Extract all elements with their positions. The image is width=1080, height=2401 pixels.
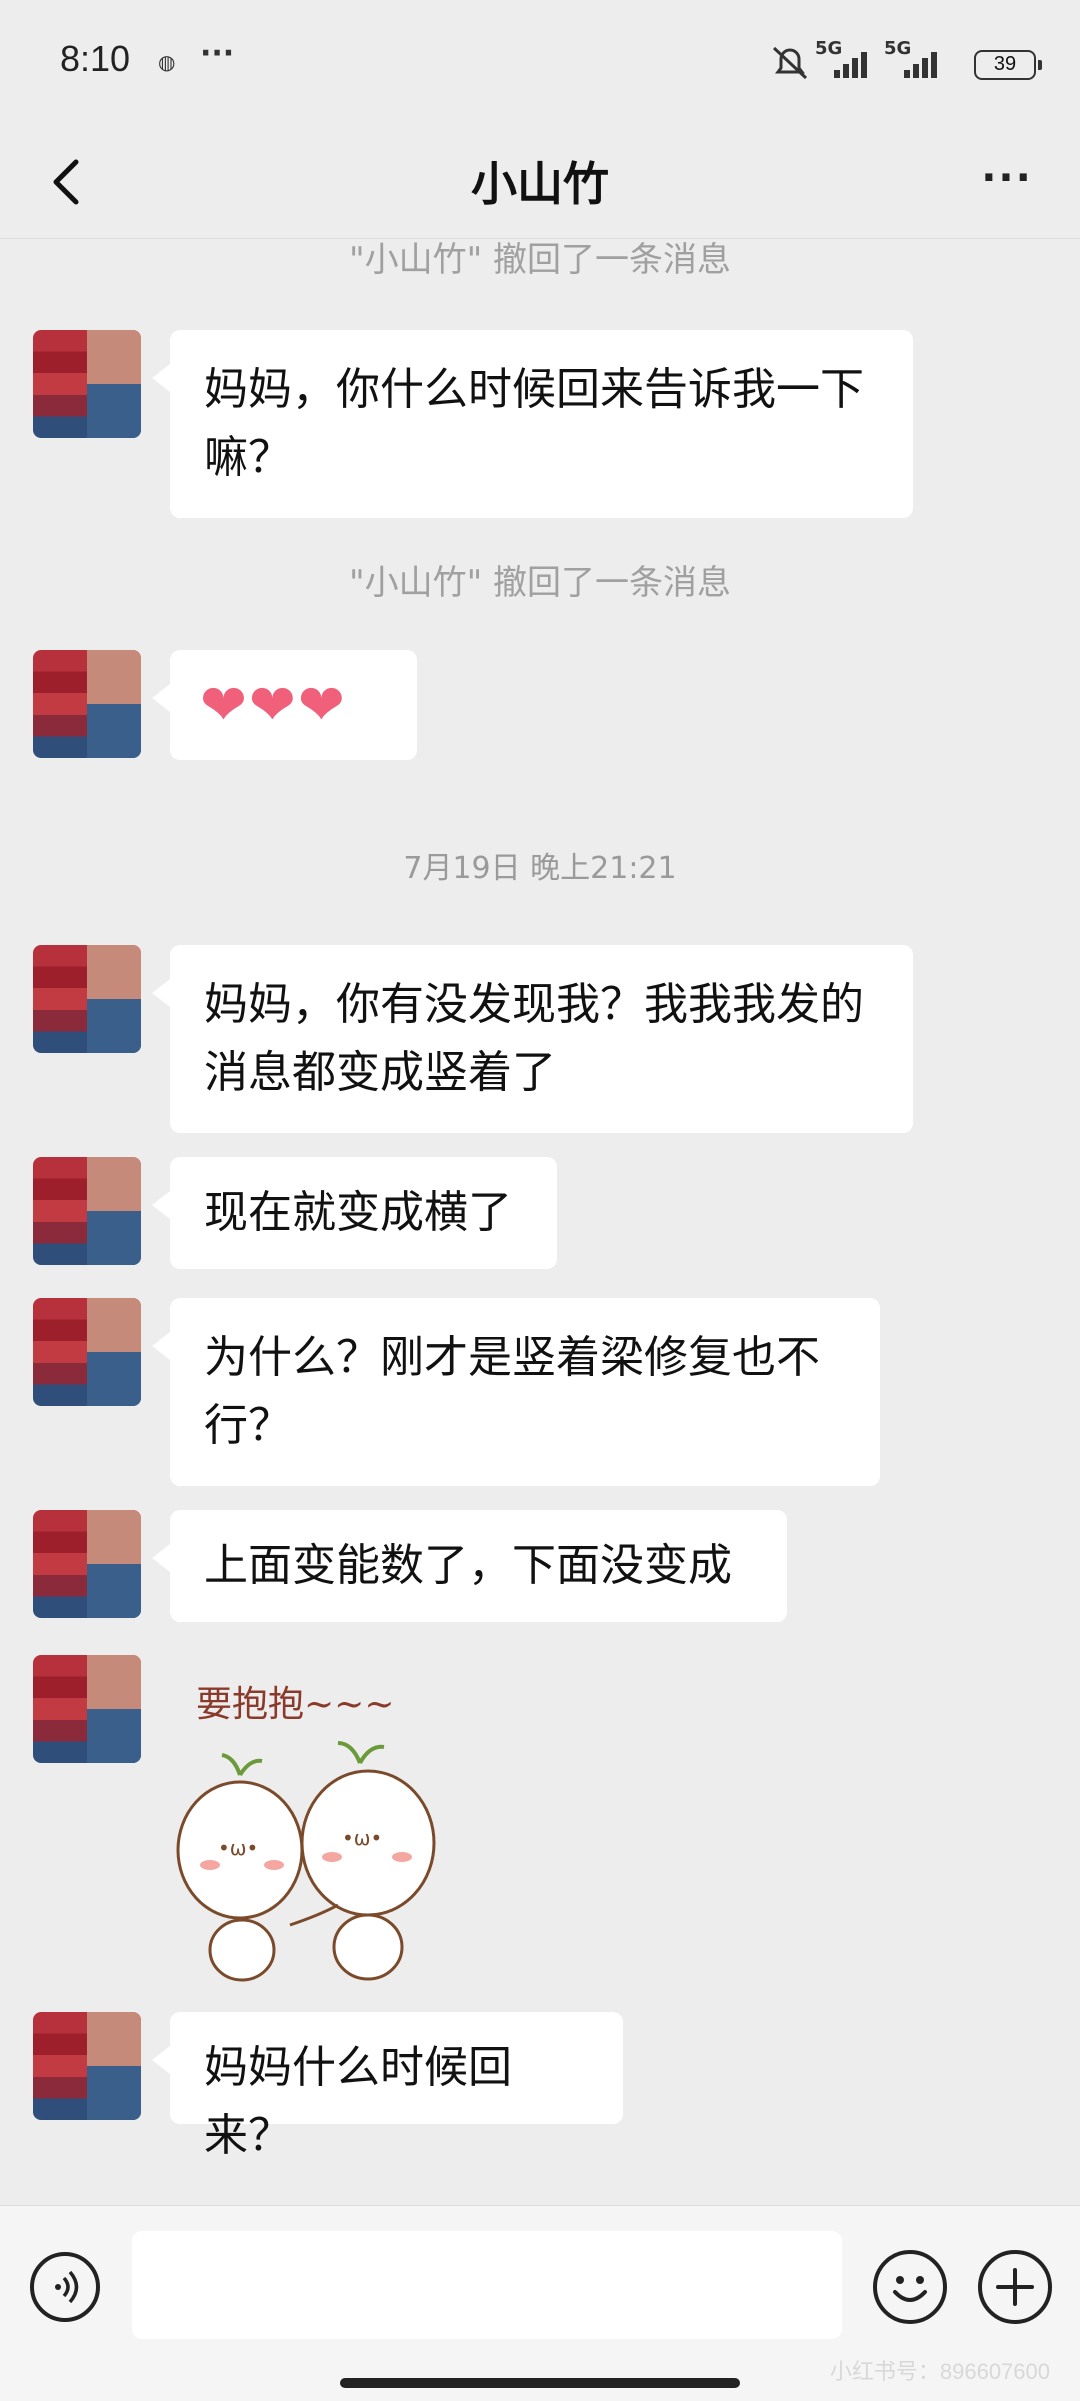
message-bubble[interactable]: 妈妈，你什么时候回来告诉我一下嘛？: [152, 330, 913, 518]
mute-bell-icon: [772, 46, 808, 80]
message-bubble[interactable]: ❤❤❤: [152, 650, 417, 760]
sticker-caption: 要抱抱~~~: [196, 1684, 395, 1725]
message-bubble[interactable]: 妈妈，你有没发现我？我我我发的 消息都变成竖着了: [152, 945, 913, 1133]
hearts-emoji: ❤❤❤: [200, 673, 347, 738]
signal-icon: [834, 52, 867, 78]
emoji-icon[interactable]: [873, 2250, 947, 2324]
avatar[interactable]: [33, 945, 141, 1053]
hug-sticker[interactable]: 要抱抱~~~ •ω• •ω•: [170, 1665, 490, 1985]
avatar[interactable]: [33, 1298, 141, 1406]
message-text: 上面变能数了，下面没变成: [204, 1540, 732, 1591]
voice-icon[interactable]: [30, 2252, 100, 2322]
message-text-line: 消息都变成竖着了: [204, 1047, 556, 1098]
hug-characters-icon: •ω• •ω•: [176, 1741, 436, 1982]
message-bubble[interactable]: 现在就变成横了: [152, 1157, 557, 1269]
input-bar: 小红书号：896607600: [0, 2205, 1080, 2401]
chat-header: 小山竹 ···: [0, 130, 1080, 239]
more-dots-icon[interactable]: ···: [972, 158, 1042, 208]
watermark: 小红书号：896607600: [829, 2359, 1050, 2384]
avatar[interactable]: [33, 1510, 141, 1618]
message-text-line: 行？: [204, 1400, 292, 1451]
message-input[interactable]: [132, 2231, 842, 2339]
chat-title[interactable]: 小山竹: [0, 148, 1080, 214]
message-text-line: 为什么？刚才是竖着梁修复也不: [204, 1332, 820, 1383]
avatar[interactable]: [33, 2012, 141, 2120]
home-indicator[interactable]: [340, 2378, 740, 2388]
avatar[interactable]: [33, 650, 141, 758]
avatar[interactable]: [33, 1157, 141, 1265]
avatar[interactable]: [33, 330, 141, 438]
notification-icon: ◍: [158, 50, 176, 74]
message-bubble[interactable]: 上面变能数了，下面没变成: [152, 1510, 787, 1622]
signal-icon-2: [904, 52, 937, 78]
message-bubble[interactable]: 为什么？刚才是竖着梁修复也不 行？: [152, 1298, 880, 1486]
more-notifications-icon: ···: [200, 36, 235, 71]
recall-notice: "小山竹" 撤回了一条消息: [348, 240, 732, 280]
plus-icon[interactable]: [978, 2250, 1052, 2324]
message-text-line: 妈妈，你有没发现我？我我我发的: [204, 979, 864, 1030]
message-text: 妈妈什么时候回来？: [204, 2042, 512, 2161]
status-bar: 8:10 ◍ ··· 5G 5G 39: [0, 0, 1080, 130]
timestamp: 7月19日 晚上21:21: [403, 851, 677, 886]
message-text: 妈妈，你什么时候回来告诉我一下嘛？: [204, 364, 864, 483]
message-bubble[interactable]: 妈妈什么时候回来？: [152, 2012, 623, 2161]
battery-indicator: 39: [974, 50, 1042, 80]
avatar[interactable]: [33, 1655, 141, 1763]
status-time: 8:10: [60, 38, 131, 79]
svg-text:•ω•: •ω•: [218, 1836, 258, 1860]
svg-text:•ω•: •ω•: [342, 1826, 382, 1850]
message-text: 现在就变成横了: [204, 1187, 512, 1238]
recall-notice: "小山竹" 撤回了一条消息: [348, 563, 732, 603]
